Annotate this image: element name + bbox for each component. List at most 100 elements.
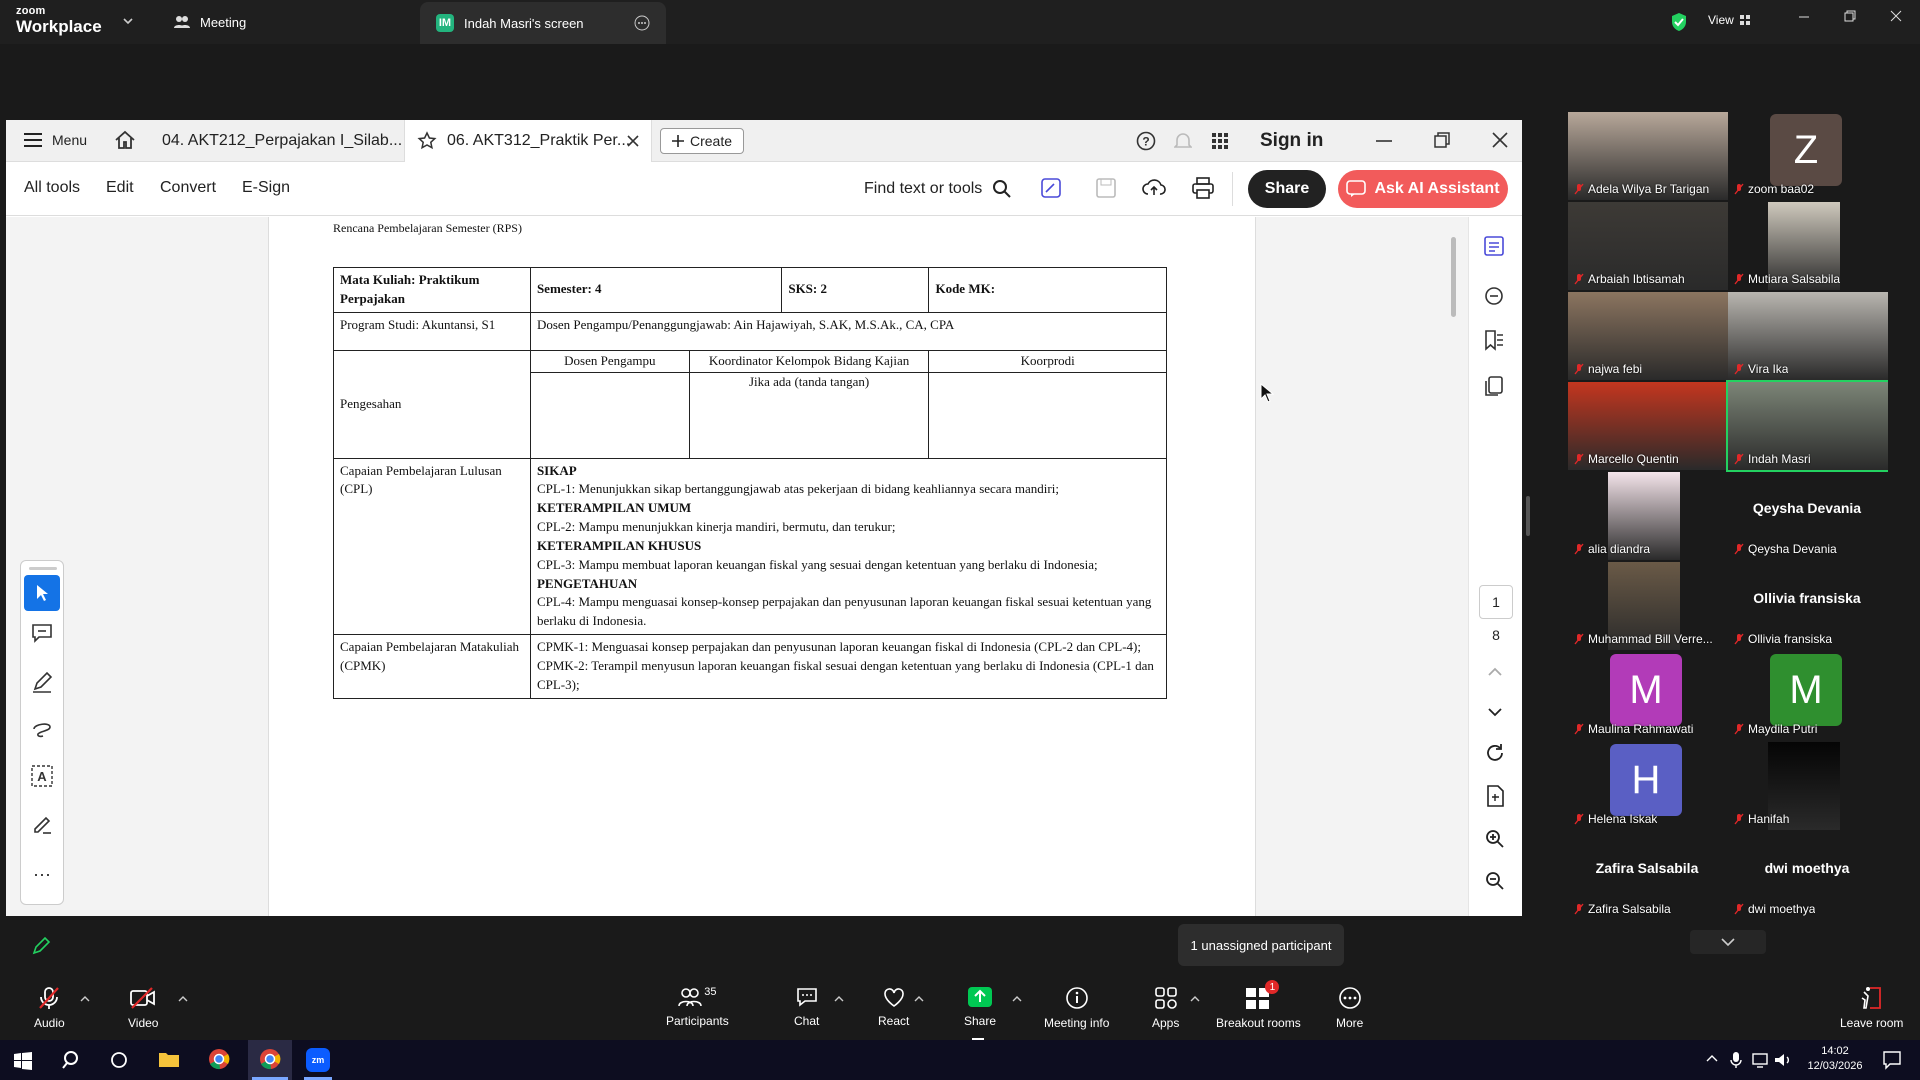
- participant-tile[interactable]: Muhammad Bill Verre...: [1568, 562, 1726, 650]
- all-tools-tab[interactable]: All tools: [24, 179, 80, 197]
- zoom-in-icon[interactable]: [1485, 829, 1505, 849]
- doc-scrollbar[interactable]: [1451, 237, 1456, 317]
- acro-close-icon[interactable]: [1492, 132, 1508, 148]
- share-screen-button[interactable]: Share: [964, 986, 996, 1028]
- search-taskbar-icon[interactable]: [62, 1050, 82, 1070]
- chrome-icon[interactable]: [208, 1048, 230, 1070]
- participant-tile[interactable]: Arbaiah Ibtisamah: [1568, 202, 1728, 290]
- bookmarks-icon[interactable]: [1483, 329, 1505, 351]
- participant-tile[interactable]: alia diandra: [1568, 472, 1726, 560]
- file-explorer-icon[interactable]: [158, 1050, 180, 1068]
- drag-handle[interactable]: [29, 567, 57, 570]
- edit-tab[interactable]: Edit: [106, 179, 134, 197]
- ask-ai-button[interactable]: Ask AI Assistant: [1338, 170, 1508, 208]
- network-icon[interactable]: [1752, 1052, 1768, 1068]
- participant-tile[interactable]: Hanifah: [1728, 742, 1886, 830]
- apps-button[interactable]: Apps: [1152, 986, 1179, 1030]
- participants-button[interactable]: 35 Participants: [666, 986, 729, 1028]
- participant-tile[interactable]: Mutiara Salsabila: [1728, 202, 1886, 290]
- react-button[interactable]: React: [878, 986, 909, 1028]
- participant-tile[interactable]: M Maulina Rahmawati: [1568, 652, 1726, 740]
- help-icon[interactable]: ?: [1136, 131, 1156, 151]
- comment-icon[interactable]: [31, 623, 53, 643]
- esign-tab[interactable]: E-Sign: [242, 179, 290, 197]
- react-caret-icon[interactable]: [914, 996, 924, 1002]
- chevron-down-icon[interactable]: [122, 16, 134, 26]
- annotate-pencil-icon[interactable]: [18, 932, 64, 960]
- acro-minimize-icon[interactable]: [1376, 140, 1392, 142]
- task-view-icon[interactable]: [110, 1051, 128, 1069]
- audio-options-caret-icon[interactable]: [80, 996, 90, 1002]
- tab-screen-share[interactable]: IM Indah Masri's screen: [420, 2, 666, 44]
- apps-grid-icon[interactable]: [1212, 133, 1228, 149]
- participant-tile[interactable]: M Maydila Putri: [1728, 652, 1886, 740]
- share-caret-icon[interactable]: [1012, 996, 1022, 1002]
- home-icon[interactable]: [114, 130, 136, 150]
- participant-tile[interactable]: Zafira Salsabila Zafira Salsabila: [1568, 832, 1726, 920]
- audio-button[interactable]: Audio: [34, 986, 65, 1030]
- text-box-icon[interactable]: A: [31, 765, 53, 787]
- doc-tab-2-active[interactable]: 06. AKT312_Praktik Per...: [404, 120, 652, 162]
- chat-caret-icon[interactable]: [834, 996, 844, 1002]
- clock[interactable]: 14:02 12/03/2026: [1800, 1044, 1870, 1074]
- find-tools-button[interactable]: Find text or tools: [864, 179, 1012, 199]
- convert-tab[interactable]: Convert: [160, 179, 216, 197]
- participant-tile[interactable]: Adela Wilya Br Tarigan: [1568, 112, 1728, 200]
- video-button[interactable]: Video: [128, 986, 158, 1030]
- tray-chevron-icon[interactable]: [1706, 1054, 1718, 1062]
- volume-icon[interactable]: [1774, 1052, 1792, 1068]
- participant-tile[interactable]: Indah Masri: [1726, 380, 1888, 472]
- participant-tile[interactable]: Vira Ika: [1728, 292, 1888, 380]
- leave-room-button[interactable]: Leave room: [1840, 986, 1903, 1030]
- restore-icon[interactable]: [1844, 10, 1856, 22]
- print-icon[interactable]: [1192, 177, 1214, 199]
- unassigned-toast[interactable]: 1 unassigned participant: [1178, 924, 1344, 966]
- signature-icon[interactable]: [31, 813, 53, 835]
- acro-restore-icon[interactable]: [1434, 132, 1450, 148]
- participant-tile[interactable]: Zzoom baa02: [1728, 112, 1886, 200]
- shield-check-icon[interactable]: [1670, 12, 1688, 32]
- participant-tile[interactable]: Qeysha Devania Qeysha Devania: [1728, 472, 1886, 560]
- gallery-scroll-down-icon[interactable]: [1690, 930, 1766, 954]
- participant-tile[interactable]: najwa febi: [1568, 292, 1728, 380]
- bell-icon[interactable]: [1174, 131, 1192, 151]
- windows-start-icon[interactable]: [14, 1052, 32, 1070]
- more-button[interactable]: More: [1336, 986, 1363, 1030]
- participant-tile[interactable]: H Helena Iskak: [1568, 742, 1726, 830]
- comments-panel-icon[interactable]: [1483, 285, 1505, 307]
- document-viewport[interactable]: Rencana Pembelajaran Semester (RPS) Mata…: [6, 217, 1468, 916]
- chrome-active-taskbar[interactable]: [248, 1040, 292, 1080]
- upload-cloud-icon[interactable]: [1142, 177, 1166, 197]
- zoom-out-icon[interactable]: [1485, 871, 1505, 891]
- page-fit-icon[interactable]: [1485, 785, 1505, 807]
- highlighter-icon[interactable]: [31, 671, 53, 693]
- view-button[interactable]: View: [1708, 13, 1750, 27]
- ai-summary-icon[interactable]: [1483, 235, 1505, 257]
- breakout-rooms-button[interactable]: 1 Breakout rooms: [1216, 980, 1301, 1030]
- chat-button[interactable]: Chat: [794, 986, 819, 1028]
- zoom-taskbar-icon[interactable]: zm: [306, 1048, 330, 1072]
- participant-tile[interactable]: Ollivia fransiska Ollivia fransiska: [1728, 562, 1886, 650]
- notifications-icon[interactable]: [1882, 1050, 1902, 1070]
- tab-meeting[interactable]: Meeting: [158, 0, 262, 44]
- more-tools-icon[interactable]: ⋯: [33, 865, 51, 886]
- panel-splitter[interactable]: [1526, 496, 1530, 536]
- chevron-up-icon[interactable]: [1487, 667, 1503, 677]
- close-tab-icon[interactable]: [627, 135, 639, 147]
- more-options-icon[interactable]: [634, 15, 650, 31]
- minimize-icon[interactable]: [1798, 10, 1810, 22]
- tray-mic-icon[interactable]: [1730, 1051, 1742, 1069]
- create-button[interactable]: Create: [660, 128, 744, 154]
- rotate-icon[interactable]: [1485, 743, 1505, 763]
- sign-in-link[interactable]: Sign in: [1260, 130, 1323, 152]
- select-cursor-icon[interactable]: [24, 575, 60, 611]
- close-icon[interactable]: [1890, 10, 1902, 22]
- participant-tile[interactable]: dwi moethya dwi moethya: [1728, 832, 1886, 920]
- doc-tab-1[interactable]: 04. AKT212_Perpajakan I_Silab...: [162, 132, 402, 150]
- share-button[interactable]: Share: [1248, 170, 1326, 208]
- ai-edit-icon[interactable]: [1040, 177, 1062, 199]
- menu-button[interactable]: Menu: [24, 132, 87, 148]
- participant-tile[interactable]: Marcello Quentin: [1568, 382, 1728, 470]
- star-icon[interactable]: [417, 131, 437, 151]
- video-options-caret-icon[interactable]: [178, 996, 188, 1002]
